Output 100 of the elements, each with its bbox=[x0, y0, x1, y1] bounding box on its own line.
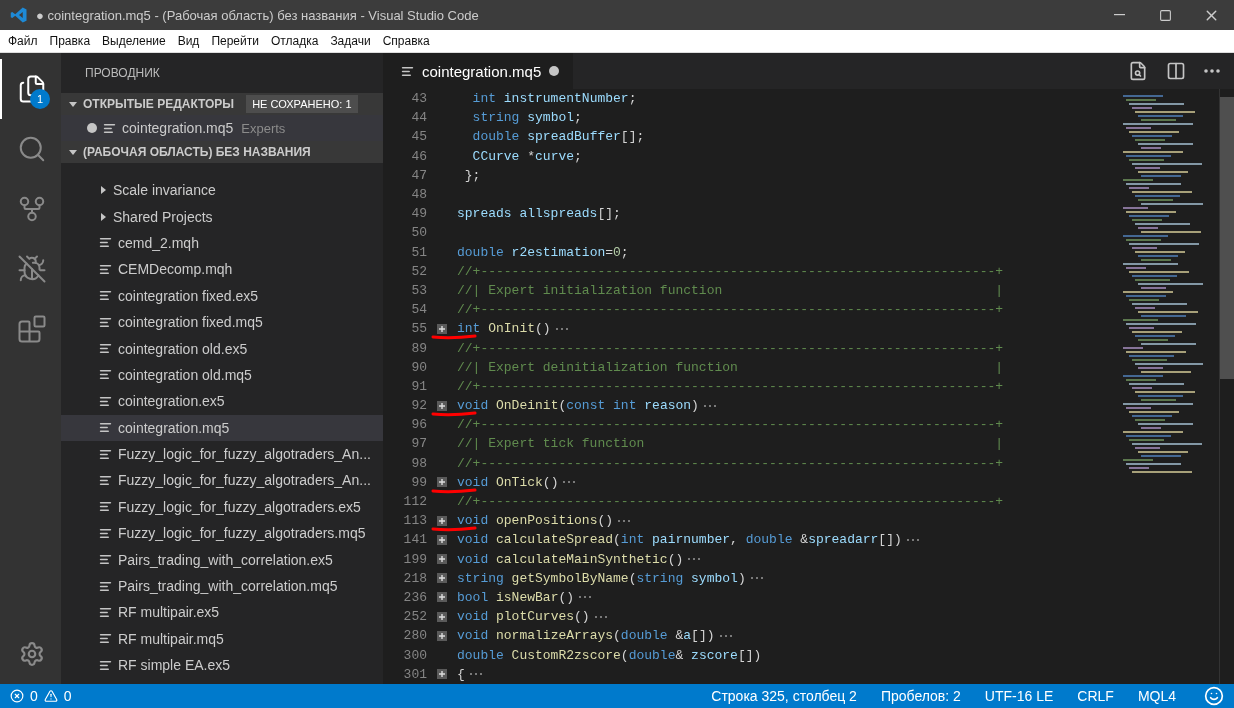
fold-expand-icon[interactable] bbox=[437, 400, 447, 411]
file-item[interactable]: cemd_2.mqh bbox=[61, 229, 383, 257]
file-lines-icon bbox=[99, 342, 112, 356]
file-item[interactable]: Pairs_trading_with_correlation.mq5 bbox=[61, 572, 383, 600]
fold-expand-icon[interactable] bbox=[437, 515, 447, 526]
split-editor-button[interactable] bbox=[1166, 61, 1186, 81]
warning-count[interactable]: 0 bbox=[63, 688, 72, 704]
file-item[interactable]: Pairs_trading_with_correlation.ex5 bbox=[61, 546, 383, 573]
file-name: RF multipair.mq5 bbox=[118, 630, 224, 647]
error-count[interactable]: 0 bbox=[30, 688, 38, 704]
line-number: 112 bbox=[402, 494, 427, 510]
section-header[interactable]: ОТКРЫТЫЕ РЕДАКТОРЫ НЕ СОХРАНЕНО: 1 bbox=[61, 93, 383, 115]
file-item[interactable]: Fuzzy_logic_for_fuzzy_algotraders.mq5 bbox=[61, 520, 383, 547]
file-item[interactable]: cointegration.mq5 bbox=[61, 414, 383, 441]
code-line: int instrumentNumber; bbox=[471, 91, 637, 107]
file-lines-icon bbox=[401, 64, 414, 78]
open-editor-item[interactable]: cointegration.mq5 Experts bbox=[61, 115, 383, 141]
file-search-icon bbox=[1128, 61, 1148, 81]
file-item[interactable]: cointegration old.ex5 bbox=[61, 335, 383, 362]
split-columns-icon bbox=[1166, 61, 1186, 81]
folded-ellipsis-icon bbox=[749, 576, 764, 581]
menu-item[interactable]: Задачи bbox=[324, 30, 377, 52]
file-item[interactable]: cointegration fixed.ex5 bbox=[61, 282, 383, 309]
file-item[interactable]: RF multipair.ex5 bbox=[61, 599, 383, 626]
more-actions-button[interactable] bbox=[1204, 69, 1220, 73]
fold-expand-icon[interactable] bbox=[437, 669, 447, 680]
folded-ellipsis-icon bbox=[593, 614, 608, 619]
code-line: string getSymbolByName(string symbol) bbox=[457, 570, 746, 586]
file-item[interactable]: Fuzzy_logic_for_fuzzy_algotraders.ex5 bbox=[61, 493, 383, 521]
file-name: cointegration.ex5 bbox=[118, 393, 225, 410]
file-lines-icon bbox=[99, 658, 112, 672]
line-number: 53 bbox=[410, 282, 427, 298]
fold-expand-icon[interactable] bbox=[437, 630, 447, 641]
status-item[interactable]: Строка 325, столбец 2 bbox=[711, 688, 857, 704]
code-line: void OnTick() bbox=[457, 474, 559, 490]
file-item[interactable]: Fuzzy_logic_for_fuzzy_algotraders_An... bbox=[61, 467, 383, 494]
menu-item[interactable]: Перейти bbox=[205, 30, 265, 52]
file-item[interactable]: CEMDecomp.mqh bbox=[61, 256, 383, 283]
file-lines-icon bbox=[99, 236, 112, 250]
blocks-icon bbox=[16, 314, 47, 344]
fold-expand-icon[interactable] bbox=[437, 573, 447, 584]
code-line: //| Expert initialization function | bbox=[457, 282, 1004, 298]
file-name: Scale invariance bbox=[113, 182, 216, 199]
line-number: 98 bbox=[410, 455, 427, 471]
menu-item[interactable]: Выделение bbox=[96, 30, 172, 52]
fold-expand-icon[interactable] bbox=[437, 611, 447, 622]
file-name: Pairs_trading_with_correlation.mq5 bbox=[118, 578, 338, 595]
status-item[interactable]: CRLF bbox=[1077, 688, 1114, 704]
code-line: void calculateSpread(int pairnumber, double &spreadarr[]) bbox=[457, 532, 902, 548]
file-item[interactable]: cointegration old.mq5 bbox=[61, 361, 383, 389]
window-title: ● cointegration.mq5 - (Рабочая область) без названия - Visual Studio Code bbox=[35, 7, 480, 23]
fold-expand-icon[interactable] bbox=[437, 477, 447, 488]
file-item[interactable]: Fuzzy_logic_for_fuzzy_algotraders_An... bbox=[61, 440, 383, 468]
menu-item[interactable]: Отладка bbox=[264, 30, 325, 52]
file-name: cointegration old.ex5 bbox=[118, 340, 248, 357]
code-line: //| Expert deinitialization function | bbox=[457, 359, 1004, 375]
file-lines-icon bbox=[99, 262, 112, 276]
code-line: void normalizeArrays(double &a[]) bbox=[457, 628, 715, 644]
line-number: 97 bbox=[410, 436, 427, 452]
fold-expand-icon[interactable] bbox=[437, 534, 447, 545]
file-item[interactable]: cointegration.ex5 bbox=[61, 388, 383, 415]
section-header[interactable]: (РАБОЧАЯ ОБЛАСТЬ) БЕЗ НАЗВАНИЯ bbox=[61, 141, 383, 163]
menu-item[interactable]: Справка bbox=[376, 30, 436, 52]
file-lines-icon bbox=[99, 289, 112, 303]
line-number: 89 bbox=[410, 340, 427, 356]
minimize-icon bbox=[1113, 14, 1125, 16]
status-item[interactable]: Пробелов: 2 bbox=[880, 688, 961, 704]
code-line: CCurve *curve; bbox=[471, 148, 582, 164]
maximize-icon bbox=[1158, 8, 1172, 22]
scrollbar-thumb[interactable] bbox=[1220, 97, 1234, 379]
code-line: //+------------------------------------------------------------------+ bbox=[457, 302, 1004, 318]
fold-expand-icon[interactable] bbox=[437, 554, 447, 565]
file-name: cemd_2.mqh bbox=[118, 234, 199, 251]
file-item[interactable]: cointegration fixed.mq5 bbox=[61, 308, 383, 336]
menu-item[interactable]: Вид bbox=[171, 30, 206, 52]
line-number: 99 bbox=[410, 474, 427, 490]
folded-ellipsis-icon bbox=[905, 537, 920, 542]
menu-item[interactable]: Правка bbox=[43, 30, 97, 52]
status-item[interactable]: MQL4 bbox=[1137, 688, 1176, 704]
menu-item[interactable]: Файл bbox=[2, 30, 44, 52]
code-line: int OnInit() bbox=[457, 321, 551, 337]
folder-item[interactable]: Scale invariance bbox=[61, 177, 383, 204]
folder-item[interactable]: Shared Projects bbox=[61, 203, 383, 230]
fold-expand-icon[interactable] bbox=[437, 323, 447, 334]
code-line: double r2estimation=0; bbox=[457, 244, 629, 260]
file-lines-icon bbox=[99, 394, 112, 408]
folded-ellipsis-icon bbox=[562, 480, 577, 485]
code-line: double CustomR2zscore(double& zscore[]) bbox=[457, 647, 762, 663]
app-logo-icon bbox=[10, 6, 28, 24]
file-name: Fuzzy_logic_for_fuzzy_algotraders.mq5 bbox=[118, 525, 366, 542]
fold-expand-icon[interactable] bbox=[437, 592, 447, 603]
editor-tab[interactable]: cointegration.mq5 bbox=[383, 53, 574, 89]
folded-ellipsis-icon bbox=[578, 595, 593, 600]
find-in-file-button[interactable] bbox=[1128, 61, 1148, 81]
unsaved-count-badge: НЕ СОХРАНЕНО: 1 bbox=[246, 95, 358, 113]
file-item[interactable]: RF simple EA.ex5 bbox=[61, 652, 383, 679]
status-item[interactable]: UTF-16 LE bbox=[984, 688, 1054, 704]
smiley-icon[interactable] bbox=[1204, 686, 1224, 706]
file-item[interactable]: RF multipair.mq5 bbox=[61, 625, 383, 653]
file-name: cointegration fixed.ex5 bbox=[118, 287, 259, 304]
